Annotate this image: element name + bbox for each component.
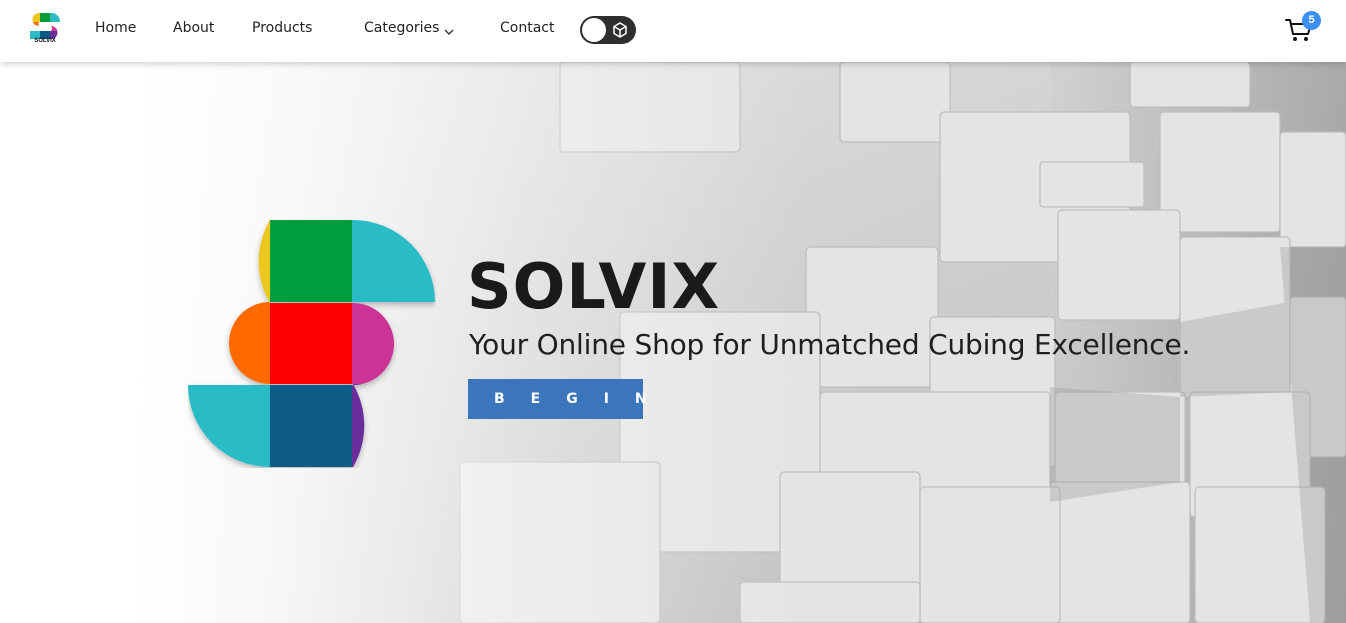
cube-icon xyxy=(611,21,629,39)
brand-logo-text: SOLVIX xyxy=(34,38,56,44)
cart-count-badge: 5 xyxy=(1302,11,1321,30)
chevron-down-icon[interactable] xyxy=(443,24,455,35)
hero-section: SOLVIX Your Online Shop for Unmatched Cu… xyxy=(0,62,1346,623)
hero-title: SOLVIX xyxy=(467,250,721,323)
navbar: SOLVIX Home About Products Categories Co… xyxy=(0,0,1346,62)
hero-subtitle: Your Online Shop for Unmatched Cubing Ex… xyxy=(469,328,1191,361)
nav-products-link[interactable]: Products xyxy=(252,20,312,36)
nav-categories-dropdown[interactable]: Categories xyxy=(364,20,439,36)
toggle-knob xyxy=(582,18,606,42)
theme-toggle[interactable] xyxy=(580,16,636,44)
nav-contact-link[interactable]: Contact xyxy=(500,20,554,36)
nav-home-link[interactable]: Home xyxy=(95,20,136,36)
begin-button[interactable]: BEGIN xyxy=(468,379,647,419)
nav-about-link[interactable]: About xyxy=(173,20,214,36)
solvix-logo-large xyxy=(188,220,436,468)
